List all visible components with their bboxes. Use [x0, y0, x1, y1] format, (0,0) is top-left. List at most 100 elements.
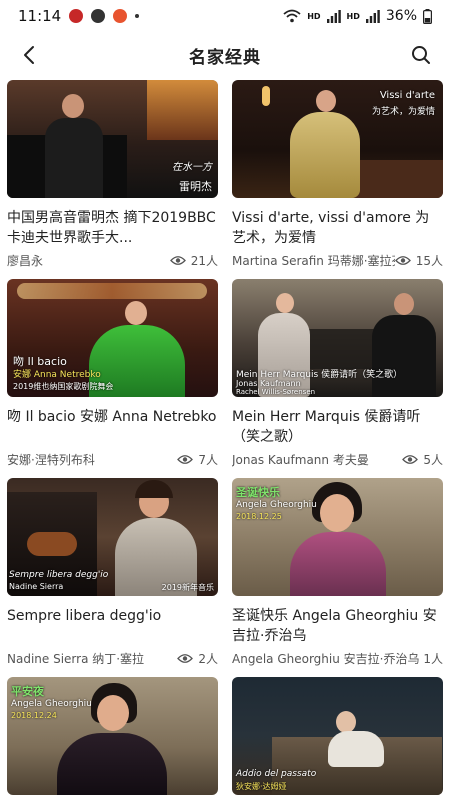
- video-thumbnail[interactable]: Vissi d'arte 为艺术，为爱情: [232, 80, 443, 198]
- thumbnail-caption: Sempre libera degg'io: [9, 570, 109, 580]
- view-count: 1人: [423, 650, 443, 667]
- eye-icon: [169, 255, 186, 265]
- thumbnail-caption: 2019新年音乐: [161, 583, 214, 592]
- nav-bar: 名家经典: [0, 32, 450, 78]
- singer-head: [97, 695, 129, 731]
- thumbnail-caption: Angela Gheorghiu: [236, 500, 317, 510]
- tenor-body: [372, 315, 436, 397]
- signal-icon-2: [365, 9, 380, 23]
- violin-shape: [27, 532, 77, 556]
- profile-status-icon: [91, 9, 106, 23]
- stage-lights: [147, 80, 218, 140]
- chandelier-light: [17, 283, 207, 299]
- video-thumbnail[interactable]: 吻 Il bacio 安娜 Anna Netrebko 2019维也纳国家歌剧院…: [7, 279, 218, 397]
- video-title[interactable]: 吻 Il bacio 安娜 Anna Netrebko: [7, 407, 218, 447]
- video-author: Martina Serafin 玛蒂娜·塞拉芬: [232, 253, 395, 268]
- thumbnail-caption: Rachel Willis-Sørensen: [236, 388, 316, 396]
- view-count-text: 1人: [423, 651, 443, 666]
- app-notification-icon: [113, 9, 128, 23]
- video-card[interactable]: Addio del passato 狄安娜·达姆娅: [232, 677, 443, 795]
- video-author: 安娜·涅特列布科: [7, 452, 95, 467]
- video-meta: Jonas Kaufmann 考夫曼 5人: [232, 451, 443, 467]
- video-title[interactable]: 圣诞快乐 Angela Gheorghiu 安吉拉·乔治乌: [232, 606, 443, 646]
- video-title[interactable]: Vissi d'arte, vissi d'amore 为艺术，为爱情: [232, 208, 443, 248]
- thumbnail-caption: 雷明杰: [179, 180, 212, 193]
- video-card[interactable]: 在水一方 雷明杰 中国男高音雷明杰 摘下2019BBC卡迪夫世界歌手大... 廖…: [7, 80, 218, 268]
- thumbnail-caption: 2018.12.25: [236, 512, 282, 521]
- video-card[interactable]: 圣诞快乐 Angela Gheorghiu 2018.12.25 圣诞快乐 An…: [232, 478, 443, 666]
- video-thumbnail[interactable]: 在水一方 雷明杰: [7, 80, 218, 198]
- video-thumbnail[interactable]: 圣诞快乐 Angela Gheorghiu 2018.12.25: [232, 478, 443, 596]
- notification-icon: [69, 9, 84, 23]
- singer-head: [316, 90, 336, 112]
- video-meta: 廖昌永 21人: [7, 252, 218, 268]
- thumbnail-caption: Vissi d'arte: [379, 90, 435, 101]
- search-icon: [412, 46, 430, 64]
- singer-gown: [328, 731, 384, 767]
- video-thumbnail[interactable]: Addio del passato 狄安娜·达姆娅: [232, 677, 443, 795]
- view-count-text: 15人: [415, 253, 443, 268]
- video-card[interactable]: Vissi d'arte 为艺术，为爱情 Vissi d'arte, vissi…: [232, 80, 443, 268]
- candle-light: [262, 86, 270, 106]
- search-button[interactable]: [406, 40, 436, 70]
- singer-gown: [57, 733, 167, 795]
- view-count-text: 21人: [190, 253, 218, 268]
- tenor-head: [394, 293, 414, 315]
- video-author: 廖昌永: [7, 253, 44, 268]
- video-card[interactable]: Mein Herr Marquis 侯爵请听（笑之歌） Jonas Kaufma…: [232, 279, 443, 467]
- thumbnail-caption: Nadine Sierra: [9, 582, 64, 591]
- thumbnail-caption: Angela Gheorghiu: [11, 699, 92, 709]
- status-bar: 11:14 HD HD 36%: [0, 0, 450, 32]
- view-count-text: 7人: [198, 452, 218, 467]
- thumbnail-caption: 在水一方: [172, 162, 212, 173]
- thumbnail-caption: 2018.12.24: [11, 711, 57, 720]
- video-meta: Martina Serafin 玛蒂娜·塞拉芬 15人: [232, 252, 443, 268]
- singer-gown: [290, 112, 360, 198]
- eye-icon: [177, 653, 194, 663]
- back-arrow-icon: [24, 46, 34, 64]
- status-time: 11:14: [18, 7, 62, 25]
- view-count: 15人: [394, 252, 443, 269]
- eye-icon: [402, 454, 419, 464]
- back-button[interactable]: [14, 40, 44, 70]
- video-card[interactable]: 平安夜 Angela Gheorghiu 2018.12.24: [7, 677, 218, 795]
- view-count: 5人: [402, 451, 443, 468]
- singer-head: [320, 494, 354, 532]
- hd-tag-2: HD: [346, 11, 360, 21]
- video-title[interactable]: Mein Herr Marquis 侯爵请听（笑之歌）: [232, 407, 443, 447]
- battery-percent: 36%: [385, 8, 417, 24]
- video-card[interactable]: 吻 Il bacio 安娜 Anna Netrebko 2019维也纳国家歌剧院…: [7, 279, 218, 467]
- singer-gown: [290, 532, 386, 596]
- video-meta: Nadine Sierra 纳丁·塞拉 2人: [7, 650, 218, 666]
- singer-head: [276, 293, 294, 313]
- battery-icon: [423, 8, 432, 24]
- singer-figure: [62, 94, 84, 118]
- singer-head: [125, 301, 147, 325]
- hd-tag-1: HD: [307, 11, 321, 21]
- thumbnail-caption: Addio del passato: [236, 769, 317, 779]
- thumbnail-caption: 平安夜: [11, 685, 44, 698]
- singer-hair: [135, 480, 173, 498]
- thumbnail-caption: 为艺术，为爱情: [371, 107, 435, 117]
- video-thumbnail[interactable]: 平安夜 Angela Gheorghiu 2018.12.24: [7, 677, 218, 795]
- singer-body: [45, 118, 103, 198]
- eye-icon: [394, 255, 411, 265]
- thumbnail-caption: 狄安娜·达姆娅: [236, 782, 287, 791]
- thumbnail-caption: 圣诞快乐: [236, 486, 280, 499]
- wifi-icon: [283, 9, 301, 23]
- video-thumbnail[interactable]: Sempre libera degg'io Nadine Sierra 2019…: [7, 478, 218, 596]
- view-count-text: 5人: [423, 452, 443, 467]
- singer-head: [336, 711, 356, 733]
- view-count: 2人: [177, 650, 218, 667]
- video-card[interactable]: Sempre libera degg'io Nadine Sierra 2019…: [7, 478, 218, 666]
- view-count-text: 2人: [198, 651, 218, 666]
- signal-icon-1: [326, 9, 341, 23]
- video-title[interactable]: Sempre libera degg'io: [7, 606, 218, 646]
- video-title[interactable]: 中国男高音雷明杰 摘下2019BBC卡迪夫世界歌手大...: [7, 208, 218, 248]
- video-author: Nadine Sierra 纳丁·塞拉: [7, 651, 145, 666]
- thumbnail-caption: 安娜 Anna Netrebko: [13, 370, 101, 380]
- video-thumbnail[interactable]: Mein Herr Marquis 侯爵请听（笑之歌） Jonas Kaufma…: [232, 279, 443, 397]
- eye-icon: [177, 454, 194, 464]
- view-count: 21人: [169, 252, 218, 269]
- video-meta: Angela Gheorghiu 安吉拉·乔治乌 1人: [232, 650, 443, 666]
